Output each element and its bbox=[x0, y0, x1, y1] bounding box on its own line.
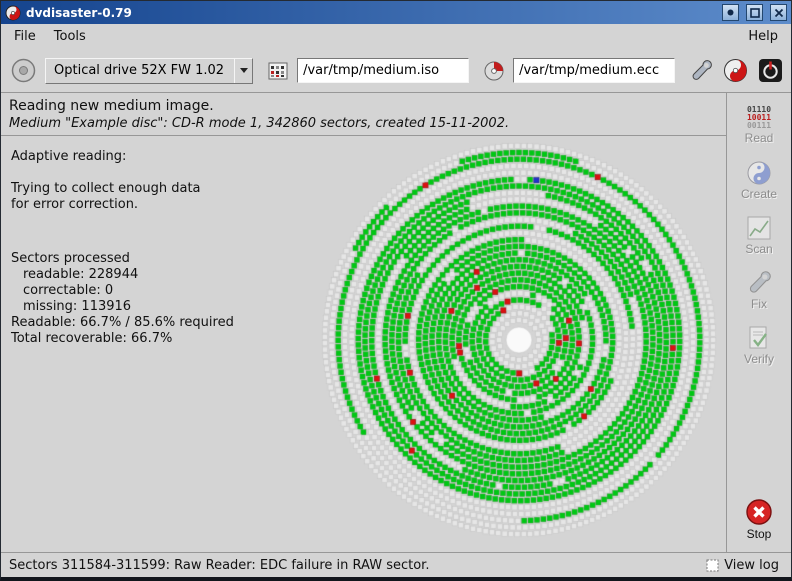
body-row: Reading new medium image. Medium "Exampl… bbox=[1, 93, 791, 552]
verify-check-icon bbox=[746, 325, 772, 351]
menu-help[interactable]: Help bbox=[739, 26, 787, 47]
window-title: dvdisaster-0.79 bbox=[26, 6, 715, 20]
drive-select[interactable]: Optical drive 52X FW 1.02 bbox=[45, 58, 253, 84]
reading-area: Adaptive reading: Trying to collect enou… bbox=[1, 136, 726, 552]
stop-button[interactable]: Stop bbox=[731, 494, 787, 544]
drive-select-arrow[interactable] bbox=[234, 59, 252, 83]
quit-button[interactable] bbox=[756, 56, 785, 85]
drive-disc-icon bbox=[10, 57, 37, 84]
preferences-button[interactable] bbox=[687, 57, 715, 85]
recoverable-percentage: Total recoverable: 66.7% bbox=[11, 331, 234, 347]
fix-wrench-icon bbox=[746, 270, 772, 296]
titlebar[interactable]: dvdisaster-0.79 bbox=[1, 1, 791, 24]
scan-button[interactable]: Scan bbox=[731, 210, 787, 260]
log-icon bbox=[706, 559, 719, 572]
main-column: Reading new medium image. Medium "Exampl… bbox=[1, 93, 726, 552]
scan-chart-icon bbox=[746, 215, 772, 241]
app-icon bbox=[5, 5, 21, 21]
ecc-disc-icon bbox=[483, 60, 505, 82]
read-label: Read bbox=[745, 131, 774, 145]
logo-disc-icon bbox=[723, 58, 748, 83]
action-sidebar: 01110 10011 00111 Read Create bbox=[726, 93, 791, 552]
app-window: dvdisaster-0.79 File Tools Help Opti bbox=[0, 0, 792, 581]
menu-file[interactable]: File bbox=[5, 26, 45, 47]
ecc-file-button[interactable] bbox=[481, 58, 507, 84]
drive-select-value: Optical drive 52X FW 1.02 bbox=[46, 59, 234, 83]
close-button[interactable] bbox=[770, 4, 787, 21]
action-title: Reading new medium image. bbox=[9, 98, 718, 114]
create-yinyang-icon bbox=[746, 160, 772, 186]
stat-readable: readable: 228944 bbox=[11, 267, 234, 283]
verify-button[interactable]: Verify bbox=[731, 320, 787, 370]
reading-mode-desc-2: for error correction. bbox=[11, 197, 234, 213]
menu-tools[interactable]: Tools bbox=[45, 26, 95, 47]
iso-image-button[interactable] bbox=[265, 58, 291, 84]
fix-button[interactable]: Fix bbox=[731, 265, 787, 315]
create-button[interactable]: Create bbox=[731, 155, 787, 205]
drive-eject-button[interactable] bbox=[8, 55, 39, 86]
create-label: Create bbox=[741, 187, 777, 201]
verify-label: Verify bbox=[744, 352, 774, 366]
read-binary-icon: 01110 10011 00111 bbox=[747, 106, 771, 130]
read-button[interactable]: 01110 10011 00111 Read bbox=[731, 100, 787, 150]
view-log-label: View log bbox=[724, 558, 779, 573]
disc-visualization bbox=[287, 138, 725, 546]
statusbar: Sectors 311584-311599: Raw Reader: EDC f… bbox=[1, 552, 791, 577]
power-icon bbox=[758, 58, 783, 83]
menubar: File Tools Help bbox=[1, 24, 791, 49]
dvdisaster-logo-button[interactable] bbox=[721, 56, 750, 85]
minimize-button[interactable] bbox=[722, 4, 739, 21]
status-heading: Reading new medium image. Medium "Exampl… bbox=[1, 93, 726, 136]
view-log-button[interactable]: View log bbox=[702, 556, 783, 575]
toolbar: Optical drive 52X FW 1.02 bbox=[1, 49, 791, 93]
stat-missing: missing: 113916 bbox=[11, 299, 234, 315]
ecc-path-input[interactable] bbox=[513, 58, 675, 83]
sectors-processed-title: Sectors processed bbox=[11, 251, 234, 267]
wrench-icon bbox=[689, 59, 713, 83]
reading-info-panel: Adaptive reading: Trying to collect enou… bbox=[11, 149, 234, 347]
readable-percentage: Readable: 66.7% / 85.6% required bbox=[11, 315, 234, 331]
status-message: Sectors 311584-311599: Raw Reader: EDC f… bbox=[9, 558, 702, 573]
image-chip-icon bbox=[267, 60, 289, 82]
reading-mode-title: Adaptive reading: bbox=[11, 149, 234, 165]
maximize-button[interactable] bbox=[746, 4, 763, 21]
fix-label: Fix bbox=[751, 297, 767, 311]
stat-correctable: correctable: 0 bbox=[11, 283, 234, 299]
chevron-down-icon bbox=[240, 68, 248, 73]
iso-path-input[interactable] bbox=[297, 58, 469, 83]
reading-mode-desc-1: Trying to collect enough data bbox=[11, 181, 234, 197]
medium-info: Medium "Example disc": CD-R mode 1, 3428… bbox=[9, 116, 718, 131]
scan-label: Scan bbox=[745, 242, 772, 256]
stop-icon bbox=[745, 498, 773, 526]
stop-label: Stop bbox=[747, 527, 772, 541]
